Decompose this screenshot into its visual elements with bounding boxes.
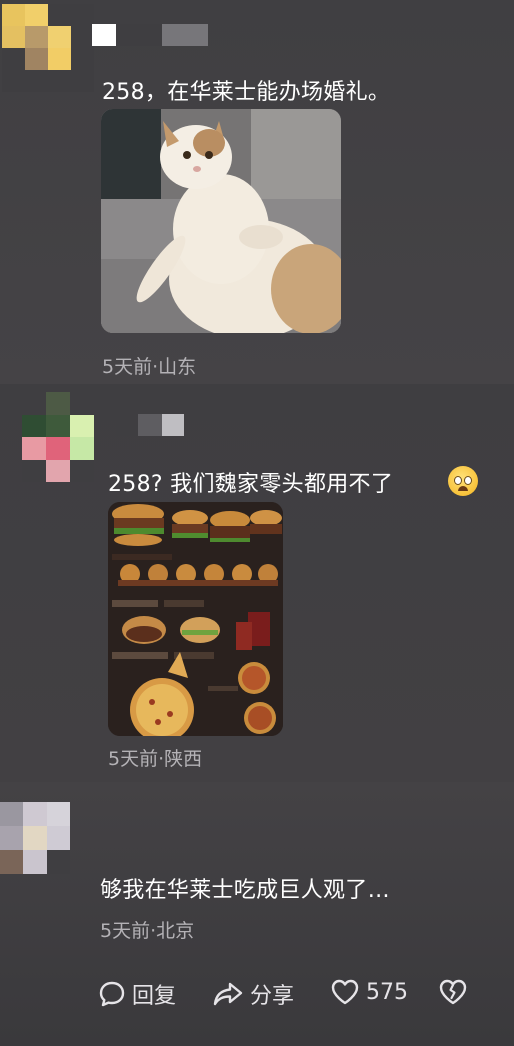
comment-meta: 5天前·山东 — [102, 356, 197, 378]
comment-image-menu[interactable] — [108, 502, 283, 736]
comment-text: 258，在华莱士能办场婚礼。 — [102, 80, 391, 105]
comment-meta: 5天前·北京 — [100, 920, 195, 942]
dislike-broken-heart-icon — [439, 979, 467, 1005]
like-heart-icon — [331, 979, 359, 1005]
username-blurred[interactable] — [116, 414, 184, 436]
reply-button[interactable]: 回复 — [98, 978, 176, 1010]
comment-meta: 5天前·陕西 — [108, 748, 203, 770]
comment-text: 够我在华莱士吃成巨人观了… — [100, 878, 390, 903]
avatar[interactable] — [22, 392, 94, 482]
share-label: 分享 — [250, 984, 295, 1009]
like-count: 575 — [366, 979, 408, 1005]
share-arrow-icon — [213, 982, 243, 1006]
reply-bubble-icon — [99, 981, 125, 1007]
crying-face-emoji — [448, 466, 478, 496]
username-blurred[interactable] — [92, 24, 208, 46]
avatar[interactable] — [0, 802, 70, 874]
comment-image-cat[interactable] — [101, 109, 341, 333]
menu-photo — [108, 502, 283, 736]
comment-text: 258? 我们魏家零头都用不了 — [108, 472, 394, 497]
comment-thread: 258，在华莱士能办场婚礼。 5天前·山东 258? 我们魏家零头都用不了 5天… — [0, 0, 514, 1046]
cat-photo — [101, 109, 341, 333]
avatar[interactable] — [2, 4, 94, 92]
reply-label: 回复 — [132, 984, 177, 1009]
dislike-button[interactable] — [438, 978, 468, 1006]
like-button[interactable]: 575 — [330, 978, 408, 1006]
share-button[interactable]: 分享 — [212, 978, 294, 1010]
